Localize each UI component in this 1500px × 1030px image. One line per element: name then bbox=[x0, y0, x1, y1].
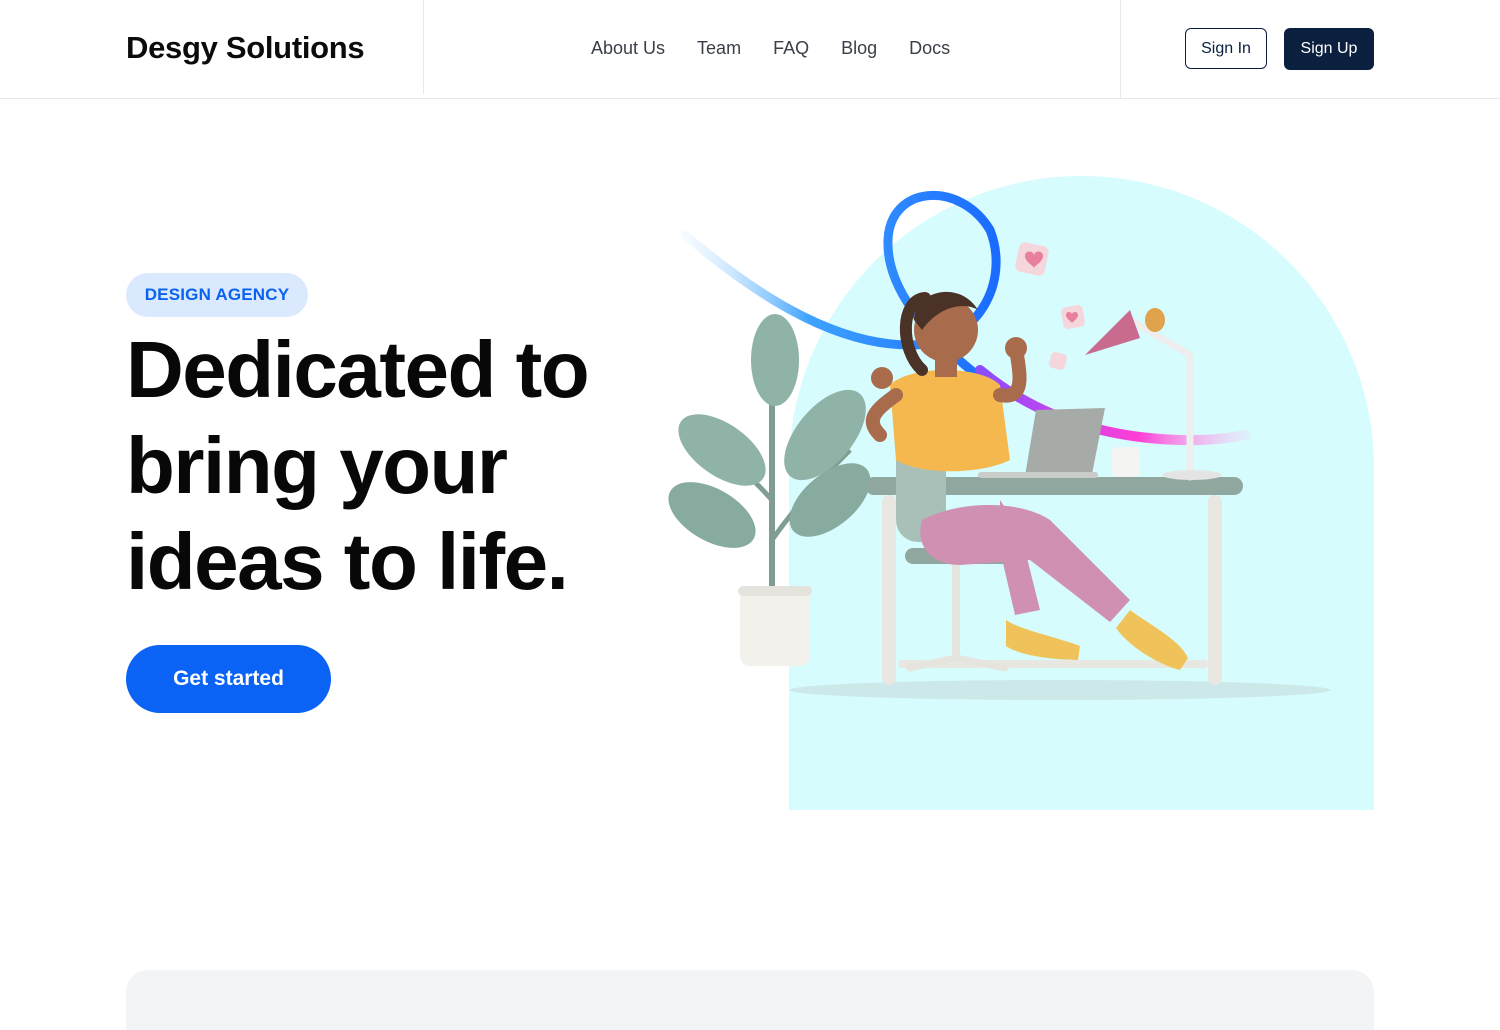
brand-logo[interactable]: Desgy Solutions bbox=[126, 30, 365, 66]
plant-illustration bbox=[668, 314, 871, 666]
nav-faq[interactable]: FAQ bbox=[773, 38, 809, 59]
mug-illustration bbox=[1112, 447, 1140, 477]
headline-line: bring your bbox=[126, 421, 508, 510]
next-section-panel bbox=[126, 970, 1374, 1030]
sign-up-button[interactable]: Sign Up bbox=[1284, 28, 1374, 70]
hero-headline: Dedicated to bring your ideas to life. bbox=[126, 322, 686, 610]
nav-team[interactable]: Team bbox=[697, 38, 741, 59]
headline-line: ideas to life. bbox=[126, 517, 569, 606]
nav-blog[interactable]: Blog bbox=[841, 38, 877, 59]
nav-docs[interactable]: Docs bbox=[909, 38, 950, 59]
header-divider bbox=[423, 0, 424, 94]
lamp-illustration bbox=[1085, 308, 1222, 481]
hero-illustration bbox=[668, 191, 1330, 700]
sign-in-button[interactable]: Sign In bbox=[1185, 28, 1267, 69]
headline-line: Dedicated to bbox=[126, 325, 590, 414]
get-started-button[interactable]: Get started bbox=[126, 645, 331, 713]
top-navbar: Desgy Solutions About Us Team FAQ Blog D… bbox=[0, 0, 1500, 99]
main-nav: About Us Team FAQ Blog Docs bbox=[591, 38, 950, 59]
header-divider bbox=[1120, 0, 1121, 98]
category-badge: DESIGN AGENCY bbox=[126, 273, 308, 317]
nav-about-us[interactable]: About Us bbox=[591, 38, 665, 59]
